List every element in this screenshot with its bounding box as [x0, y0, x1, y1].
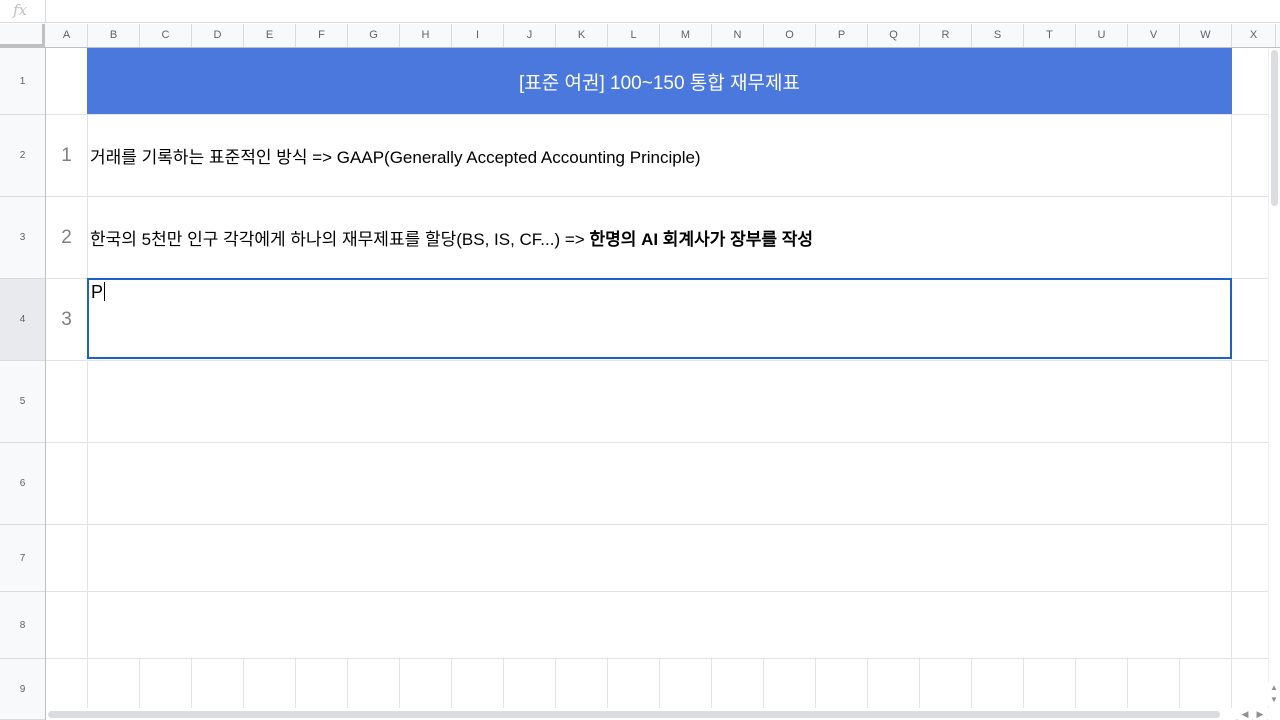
item-number-cell[interactable]: 1 [46, 115, 87, 196]
sheet-title-cell[interactable]: [표준 여권] 100~150 통합 재무제표 [87, 48, 1232, 114]
cell-editor-text: P [91, 282, 106, 302]
text-caret [104, 282, 106, 301]
column-header-l[interactable]: L [608, 24, 660, 47]
cell-editor-value: P [91, 282, 104, 302]
column-header-bar: ABCDEFGHIJKLMNOPQRSTUVWX [0, 24, 1280, 48]
column-header-t[interactable]: T [1024, 24, 1076, 47]
column-header-e[interactable]: E [244, 24, 296, 47]
column-header-x[interactable]: X [1232, 24, 1276, 47]
row-header-bar: 123456789 [0, 48, 46, 720]
grid-row-line [46, 658, 1268, 659]
formula-input[interactable] [50, 3, 1250, 19]
item-text: 한국의 5천만 인구 각각에게 하나의 재무제표를 할당(BS, IS, CF.… [90, 230, 590, 249]
column-header-h[interactable]: H [400, 24, 452, 47]
row-header-1[interactable]: 1 [0, 48, 45, 115]
column-header-k[interactable]: K [556, 24, 608, 47]
formula-bar: fx [0, 0, 1280, 23]
vertical-scroll-thumb[interactable] [1271, 50, 1278, 206]
column-header-r[interactable]: R [920, 24, 972, 47]
scroll-left-icon[interactable]: ◀ [1238, 708, 1252, 720]
grid-column-line [87, 48, 88, 720]
horizontal-scroll-thumb[interactable] [48, 711, 1220, 718]
scroll-down-icon[interactable]: ▼ [1268, 694, 1280, 706]
scroll-up-icon[interactable]: ▲ [1268, 682, 1280, 694]
vertical-scrollbar[interactable] [1268, 48, 1280, 708]
grid-row-line [46, 442, 1268, 443]
item-text: 거래를 기록하는 표준적인 방식 => GAAP(Generally Accep… [90, 148, 701, 167]
column-header-d[interactable]: D [192, 24, 244, 47]
item-number-cell[interactable]: 3 [46, 279, 87, 360]
spreadsheet-app: fx ABCDEFGHIJKLMNOPQRSTUVWX 123456789 [표… [0, 0, 1280, 720]
row-header-5[interactable]: 5 [0, 361, 45, 443]
formula-bar-divider [45, 0, 46, 22]
column-header-g[interactable]: G [348, 24, 400, 47]
grid-column-line [1231, 48, 1232, 720]
item-text-cell[interactable]: 한국의 5천만 인구 각각에게 하나의 재무제표를 할당(BS, IS, CF.… [90, 197, 813, 278]
row-header-6[interactable]: 6 [0, 443, 45, 525]
row-header-9[interactable]: 9 [0, 659, 45, 720]
row-header-4[interactable]: 4 [0, 279, 45, 361]
column-header-a[interactable]: A [46, 24, 88, 47]
row-header-8[interactable]: 8 [0, 592, 45, 659]
column-header-v[interactable]: V [1128, 24, 1180, 47]
column-header-s[interactable]: S [972, 24, 1024, 47]
row-header-3[interactable]: 3 [0, 197, 45, 279]
item-text-cell[interactable]: 거래를 기록하는 표준적인 방식 => GAAP(Generally Accep… [90, 115, 701, 196]
column-header-b[interactable]: B [88, 24, 140, 47]
column-header-p[interactable]: P [816, 24, 868, 47]
cell-editor[interactable]: P [87, 278, 1232, 359]
scroll-right-icon[interactable]: ▶ [1253, 708, 1267, 720]
column-header-m[interactable]: M [660, 24, 712, 47]
item-number-cell[interactable]: 2 [46, 197, 87, 278]
horizontal-scrollbar[interactable] [46, 708, 1236, 720]
row-header-7[interactable]: 7 [0, 525, 45, 592]
column-header-u[interactable]: U [1076, 24, 1128, 47]
select-all-corner[interactable] [0, 24, 45, 47]
cell-grid[interactable]: [표준 여권] 100~150 통합 재무제표 1 거래를 기록하는 표준적인 … [46, 48, 1268, 720]
grid-row-line [46, 360, 1268, 361]
column-header-c[interactable]: C [140, 24, 192, 47]
item-bold-text: 한명의 AI 회계사가 장부를 작성 [589, 230, 814, 249]
fx-icon: fx [13, 1, 28, 19]
grid-row-line [46, 524, 1268, 525]
column-header-n[interactable]: N [712, 24, 764, 47]
column-header-o[interactable]: O [764, 24, 816, 47]
column-header-q[interactable]: Q [868, 24, 920, 47]
column-header-f[interactable]: F [296, 24, 348, 47]
column-header-j[interactable]: J [504, 24, 556, 47]
column-header-w[interactable]: W [1180, 24, 1232, 47]
grid-row-line [46, 591, 1268, 592]
row-header-2[interactable]: 2 [0, 115, 45, 197]
column-header-i[interactable]: I [452, 24, 504, 47]
